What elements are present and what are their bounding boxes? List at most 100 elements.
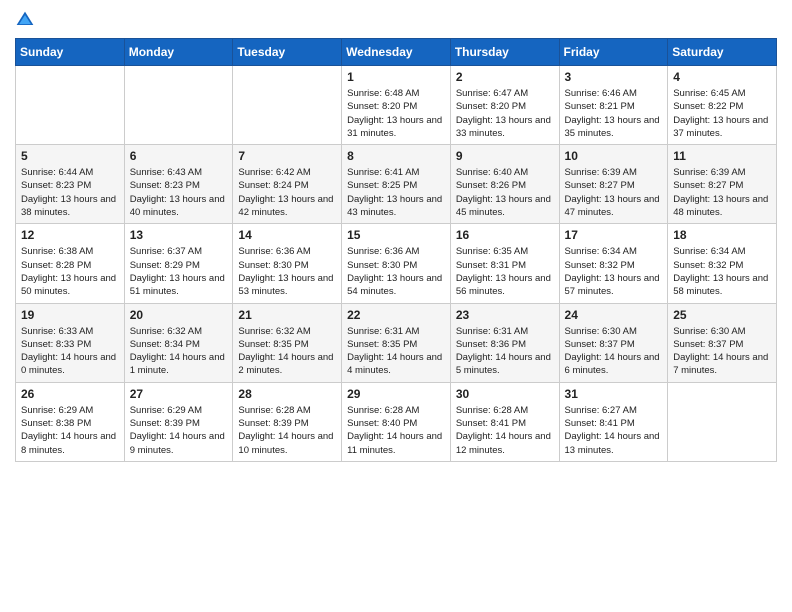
cell-date-number: 10 (565, 149, 663, 163)
calendar-cell: 30 Sunrise: 6:28 AM Sunset: 8:41 PM Dayli… (450, 382, 559, 461)
calendar-cell: 24 Sunrise: 6:30 AM Sunset: 8:37 PM Dayli… (559, 303, 668, 382)
week-row-1: 5 Sunrise: 6:44 AM Sunset: 8:23 PM Daylig… (16, 145, 777, 224)
calendar-cell: 12 Sunrise: 6:38 AM Sunset: 8:28 PM Dayli… (16, 224, 125, 303)
cell-date-number: 15 (347, 228, 445, 242)
page: Sunday Monday Tuesday Wednesday Thursday… (0, 0, 792, 612)
cell-date-number: 2 (456, 70, 554, 84)
header-row: Sunday Monday Tuesday Wednesday Thursday… (16, 39, 777, 66)
col-monday: Monday (124, 39, 233, 66)
cell-info-text: Sunrise: 6:28 AM Sunset: 8:41 PM Dayligh… (456, 404, 554, 457)
calendar-cell: 6 Sunrise: 6:43 AM Sunset: 8:23 PM Daylig… (124, 145, 233, 224)
cell-date-number: 29 (347, 387, 445, 401)
logo-icon (15, 10, 35, 30)
calendar-cell: 31Sunrise: 6:27 AM Sunset: 8:41 PM Dayli… (559, 382, 668, 461)
cell-date-number: 21 (238, 308, 336, 322)
calendar-cell: 8Sunrise: 6:41 AM Sunset: 8:25 PM Daylig… (342, 145, 451, 224)
logo (15, 10, 39, 30)
cell-date-number: 9 (456, 149, 554, 163)
cell-date-number: 4 (673, 70, 771, 84)
calendar-cell: 28Sunrise: 6:28 AM Sunset: 8:39 PM Dayli… (233, 382, 342, 461)
cell-date-number: 22 (347, 308, 445, 322)
cell-date-number: 7 (238, 149, 336, 163)
cell-info-text: Sunrise: 6:39 AM Sunset: 8:27 PM Dayligh… (673, 166, 771, 219)
calendar-cell (16, 66, 125, 145)
calendar-cell (124, 66, 233, 145)
cell-date-number: 1 (347, 70, 445, 84)
cell-date-number: 26 (21, 387, 119, 401)
cell-info-text: Sunrise: 6:42 AM Sunset: 8:24 PM Dayligh… (238, 166, 336, 219)
cell-info-text: Sunrise: 6:34 AM Sunset: 8:32 PM Dayligh… (673, 245, 771, 298)
calendar-cell: 17 Sunrise: 6:34 AM Sunset: 8:32 PM Dayli… (559, 224, 668, 303)
week-row-4: 26 Sunrise: 6:29 AM Sunset: 8:38 PM Dayli… (16, 382, 777, 461)
calendar-cell: 2 Sunrise: 6:47 AM Sunset: 8:20 PM Daylig… (450, 66, 559, 145)
cell-date-number: 11 (673, 149, 771, 163)
week-row-3: 19Sunrise: 6:33 AM Sunset: 8:33 PM Dayli… (16, 303, 777, 382)
cell-info-text: Sunrise: 6:46 AM Sunset: 8:21 PM Dayligh… (565, 87, 663, 140)
cell-info-text: Sunrise: 6:32 AM Sunset: 8:34 PM Dayligh… (130, 325, 228, 378)
cell-info-text: Sunrise: 6:33 AM Sunset: 8:33 PM Dayligh… (21, 325, 119, 378)
week-row-2: 12 Sunrise: 6:38 AM Sunset: 8:28 PM Dayli… (16, 224, 777, 303)
cell-info-text: Sunrise: 6:47 AM Sunset: 8:20 PM Dayligh… (456, 87, 554, 140)
cell-info-text: Sunrise: 6:36 AM Sunset: 8:30 PM Dayligh… (238, 245, 336, 298)
calendar-cell: 1 Sunrise: 6:48 AM Sunset: 8:20 PM Daylig… (342, 66, 451, 145)
cell-info-text: Sunrise: 6:30 AM Sunset: 8:37 PM Dayligh… (565, 325, 663, 378)
cell-info-text: Sunrise: 6:43 AM Sunset: 8:23 PM Dayligh… (130, 166, 228, 219)
cell-date-number: 13 (130, 228, 228, 242)
cell-date-number: 27 (130, 387, 228, 401)
cell-date-number: 6 (130, 149, 228, 163)
calendar-cell: 18 Sunrise: 6:34 AM Sunset: 8:32 PM Dayli… (668, 224, 777, 303)
calendar-cell: 4 Sunrise: 6:45 AM Sunset: 8:22 PM Daylig… (668, 66, 777, 145)
cell-date-number: 16 (456, 228, 554, 242)
calendar-cell: 23Sunrise: 6:31 AM Sunset: 8:36 PM Dayli… (450, 303, 559, 382)
cell-date-number: 3 (565, 70, 663, 84)
cell-date-number: 20 (130, 308, 228, 322)
cell-info-text: Sunrise: 6:37 AM Sunset: 8:29 PM Dayligh… (130, 245, 228, 298)
cell-date-number: 25 (673, 308, 771, 322)
calendar-cell: 10 Sunrise: 6:39 AM Sunset: 8:27 PM Dayli… (559, 145, 668, 224)
cell-info-text: Sunrise: 6:30 AM Sunset: 8:37 PM Dayligh… (673, 325, 771, 378)
cell-info-text: Sunrise: 6:36 AM Sunset: 8:30 PM Dayligh… (347, 245, 445, 298)
cell-date-number: 18 (673, 228, 771, 242)
col-sunday: Sunday (16, 39, 125, 66)
calendar-cell: 29 Sunrise: 6:28 AM Sunset: 8:40 PM Dayli… (342, 382, 451, 461)
cell-info-text: Sunrise: 6:48 AM Sunset: 8:20 PM Dayligh… (347, 87, 445, 140)
calendar-cell: 27 Sunrise: 6:29 AM Sunset: 8:39 PM Dayli… (124, 382, 233, 461)
cell-info-text: Sunrise: 6:45 AM Sunset: 8:22 PM Dayligh… (673, 87, 771, 140)
col-saturday: Saturday (668, 39, 777, 66)
calendar-cell: 5 Sunrise: 6:44 AM Sunset: 8:23 PM Daylig… (16, 145, 125, 224)
cell-info-text: Sunrise: 6:34 AM Sunset: 8:32 PM Dayligh… (565, 245, 663, 298)
cell-info-text: Sunrise: 6:28 AM Sunset: 8:40 PM Dayligh… (347, 404, 445, 457)
cell-info-text: Sunrise: 6:35 AM Sunset: 8:31 PM Dayligh… (456, 245, 554, 298)
cell-info-text: Sunrise: 6:29 AM Sunset: 8:38 PM Dayligh… (21, 404, 119, 457)
cell-date-number: 24 (565, 308, 663, 322)
calendar-cell: 25 Sunrise: 6:30 AM Sunset: 8:37 PM Dayli… (668, 303, 777, 382)
week-row-0: 1 Sunrise: 6:48 AM Sunset: 8:20 PM Daylig… (16, 66, 777, 145)
cell-date-number: 12 (21, 228, 119, 242)
cell-date-number: 31 (565, 387, 663, 401)
col-wednesday: Wednesday (342, 39, 451, 66)
cell-info-text: Sunrise: 6:39 AM Sunset: 8:27 PM Dayligh… (565, 166, 663, 219)
cell-info-text: Sunrise: 6:31 AM Sunset: 8:35 PM Dayligh… (347, 325, 445, 378)
calendar-cell (668, 382, 777, 461)
cell-info-text: Sunrise: 6:44 AM Sunset: 8:23 PM Dayligh… (21, 166, 119, 219)
calendar-cell: 13 Sunrise: 6:37 AM Sunset: 8:29 PM Dayli… (124, 224, 233, 303)
calendar-cell (233, 66, 342, 145)
calendar-cell: 14 Sunrise: 6:36 AM Sunset: 8:30 PM Dayli… (233, 224, 342, 303)
cell-info-text: Sunrise: 6:38 AM Sunset: 8:28 PM Dayligh… (21, 245, 119, 298)
cell-date-number: 8 (347, 149, 445, 163)
calendar-cell: 21 Sunrise: 6:32 AM Sunset: 8:35 PM Dayli… (233, 303, 342, 382)
cell-date-number: 17 (565, 228, 663, 242)
col-tuesday: Tuesday (233, 39, 342, 66)
cell-date-number: 5 (21, 149, 119, 163)
cell-date-number: 30 (456, 387, 554, 401)
calendar-cell: 19Sunrise: 6:33 AM Sunset: 8:33 PM Dayli… (16, 303, 125, 382)
header (15, 10, 777, 30)
cell-info-text: Sunrise: 6:29 AM Sunset: 8:39 PM Dayligh… (130, 404, 228, 457)
calendar-cell: 11 Sunrise: 6:39 AM Sunset: 8:27 PM Dayli… (668, 145, 777, 224)
cell-date-number: 14 (238, 228, 336, 242)
cell-info-text: Sunrise: 6:32 AM Sunset: 8:35 PM Dayligh… (238, 325, 336, 378)
cell-info-text: Sunrise: 6:40 AM Sunset: 8:26 PM Dayligh… (456, 166, 554, 219)
calendar-cell: 22 Sunrise: 6:31 AM Sunset: 8:35 PM Dayli… (342, 303, 451, 382)
calendar-cell: 26 Sunrise: 6:29 AM Sunset: 8:38 PM Dayli… (16, 382, 125, 461)
col-thursday: Thursday (450, 39, 559, 66)
